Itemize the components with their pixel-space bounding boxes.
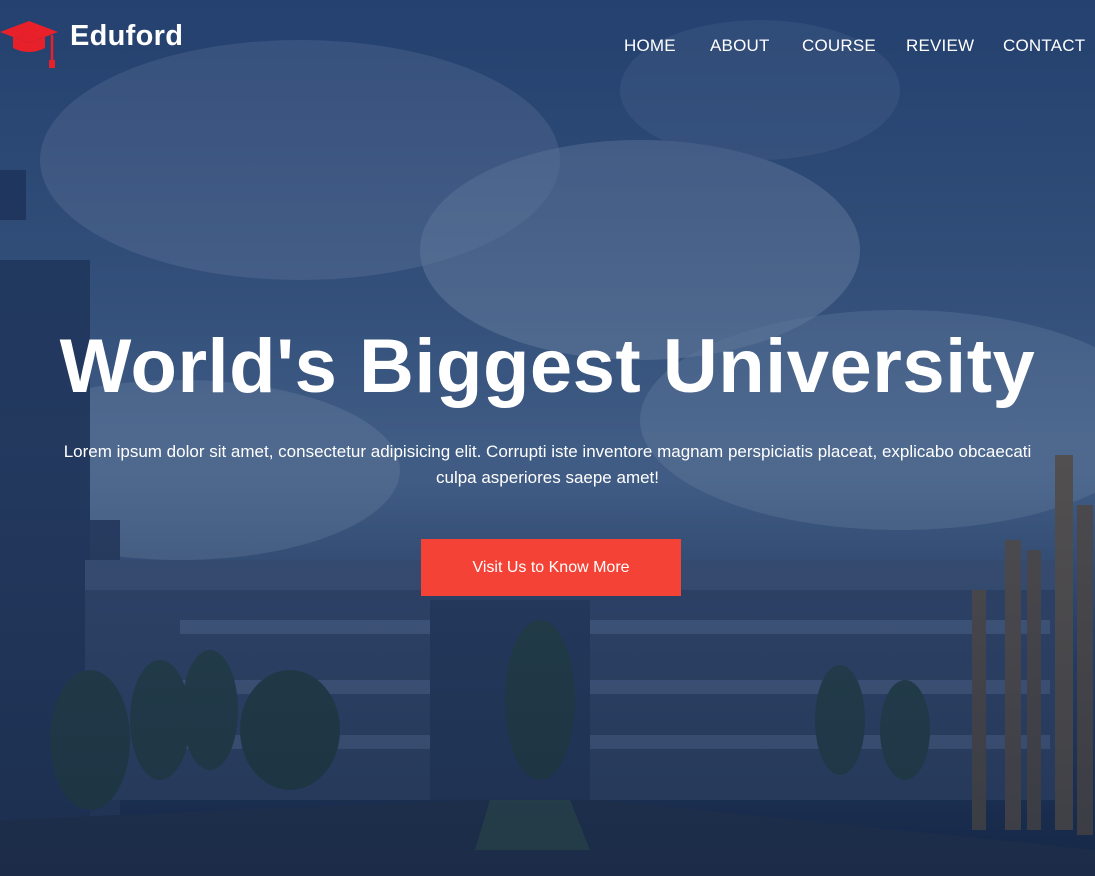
hero-overlay — [0, 0, 1095, 876]
nav-contact[interactable]: CONTACT — [1003, 36, 1085, 56]
nav-course[interactable]: COURSE — [802, 36, 876, 56]
site-header: Eduford HOME ABOUT COURSE REVIEW CONTACT — [0, 0, 1095, 80]
nav-review[interactable]: REVIEW — [906, 36, 974, 56]
nav-about[interactable]: ABOUT — [710, 36, 770, 56]
nav-home[interactable]: HOME — [624, 36, 676, 56]
main-nav: HOME ABOUT COURSE REVIEW CONTACT — [0, 36, 1095, 60]
hero-section — [0, 0, 1095, 876]
hero-title: World's Biggest University — [59, 324, 1036, 409]
hero-description: Lorem ipsum dolor sit amet, consectetur … — [63, 442, 1032, 487]
visit-us-button[interactable]: Visit Us to Know More — [421, 539, 681, 596]
